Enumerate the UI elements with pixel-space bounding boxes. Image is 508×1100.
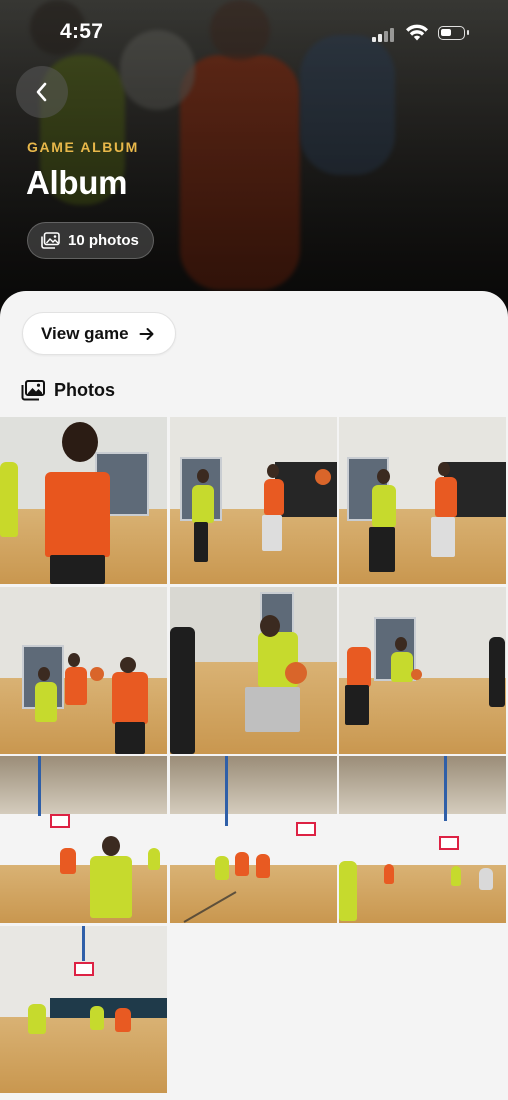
battery-icon — [438, 26, 469, 40]
photo-thumbnail[interactable] — [169, 417, 337, 584]
chevron-left-icon — [36, 82, 47, 102]
photo-grid — [0, 417, 508, 1093]
photo-thumbnail[interactable] — [169, 756, 337, 923]
back-button[interactable] — [16, 66, 68, 118]
view-game-button[interactable]: View game — [22, 312, 176, 355]
album-header: 4:57 GAME ALBUM Album 10 photos — [0, 0, 508, 320]
photos-icon — [41, 232, 60, 249]
view-game-label: View game — [41, 323, 129, 343]
photos-section-title: Photos — [54, 380, 115, 400]
wifi-icon — [406, 24, 428, 41]
photo-thumbnail[interactable] — [339, 417, 506, 584]
photo-thumbnail[interactable] — [0, 586, 167, 754]
page-title: Album — [26, 164, 128, 201]
photo-thumbnail[interactable] — [339, 586, 506, 754]
photos-stack-icon — [21, 380, 45, 401]
photo-thumbnail[interactable] — [0, 417, 167, 584]
photo-thumbnail[interactable] — [0, 756, 167, 923]
photo-count-label: 10 photos — [68, 232, 139, 249]
status-time: 4:57 — [60, 20, 104, 43]
album-eyebrow: GAME ALBUM — [27, 139, 139, 155]
photo-thumbnail[interactable] — [169, 586, 337, 754]
photo-thumbnail[interactable] — [339, 756, 506, 923]
arrow-right-icon — [139, 327, 154, 340]
album-content: View game Photos — [0, 291, 508, 1100]
photos-section-header: Photos — [21, 380, 115, 401]
photo-count-badge: 10 photos — [27, 222, 154, 259]
signal-icon — [372, 28, 394, 42]
photo-thumbnail[interactable] — [0, 925, 167, 1093]
